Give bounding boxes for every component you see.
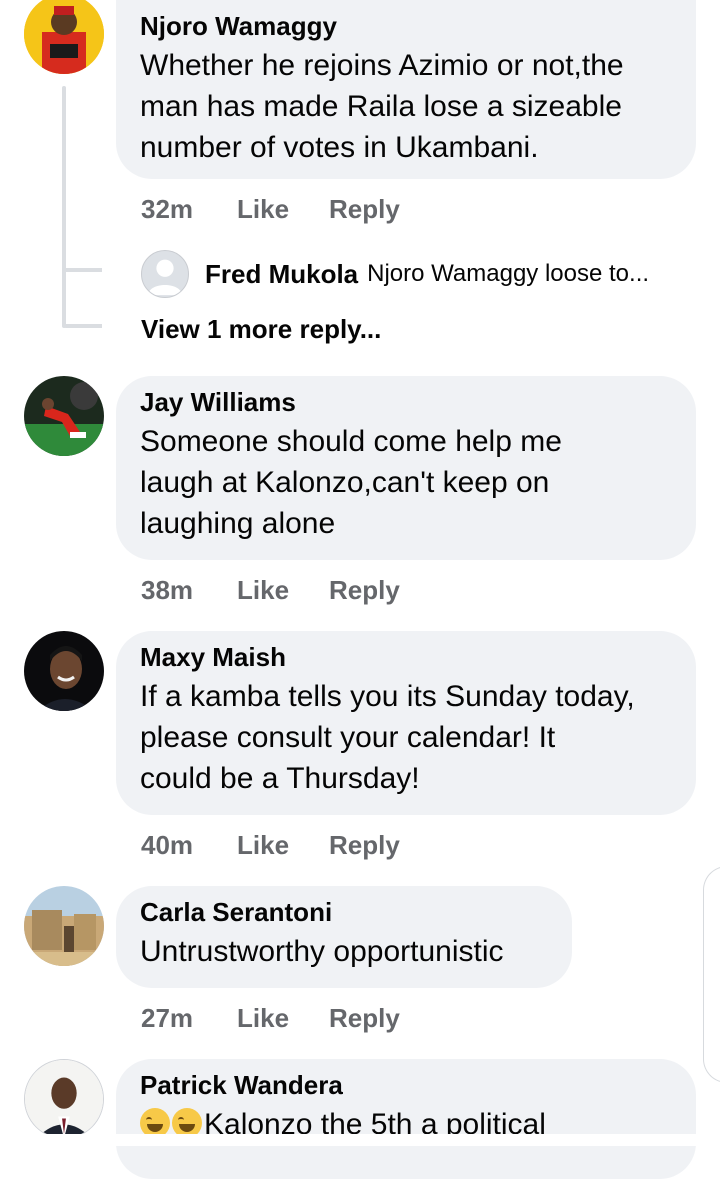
comment-author[interactable]: Patrick Wandera (140, 1070, 672, 1100)
comment-bubble[interactable]: Jay Williams Someone should come help me… (116, 376, 696, 560)
comment-text-line: Whether he rejoins Azimio or not,the (140, 49, 624, 82)
comment-text-line: Someone should come help me (140, 425, 562, 458)
comment-timestamp[interactable]: 38m (141, 575, 237, 606)
comment-author[interactable]: Carla Serantoni (140, 897, 548, 927)
view-more-replies-link[interactable]: View 1 more reply... (141, 314, 381, 345)
comment-author[interactable]: Njoro Wamaggy (140, 11, 672, 41)
comment-text-line: If a kamba tells you its Sunday today, (140, 680, 635, 713)
comment-author[interactable]: Jay Williams (140, 387, 672, 417)
avatar-image (24, 886, 104, 966)
reply-button[interactable]: Reply (329, 575, 400, 606)
comment-timestamp[interactable]: 27m (141, 1003, 237, 1034)
comment-text-line: could be a Thursday! (140, 762, 420, 795)
default-avatar-icon (141, 250, 189, 298)
like-button[interactable]: Like (237, 194, 329, 225)
comment-bubble[interactable]: Maxy Maish If a kamba tells you its Sund… (116, 631, 696, 815)
avatar-maxy-maish[interactable] (24, 631, 104, 711)
thread-line-vertical (62, 86, 66, 328)
comment-bubble[interactable]: Carla Serantoni Untrustworthy opportunis… (116, 886, 572, 988)
comment-bubble[interactable]: Patrick Wandera Kalonzo the 5th a politi… (116, 1059, 696, 1179)
like-button[interactable]: Like (237, 1003, 329, 1034)
avatar-image (24, 631, 104, 711)
viewport-bottom-edge (0, 1134, 720, 1146)
comment-timestamp[interactable]: 40m (141, 830, 237, 861)
avatar-carla-serantoni[interactable] (24, 886, 104, 966)
comment-text-line: please consult your calendar! It (140, 721, 556, 754)
like-button[interactable]: Like (237, 830, 329, 861)
avatar-image (24, 0, 104, 74)
comment-author[interactable]: Maxy Maish (140, 642, 672, 672)
thread-line-branch-2 (62, 324, 102, 328)
avatar-image (25, 1060, 103, 1138)
reply-snippet: Njoro Wamaggy loose to... (367, 260, 650, 287)
reply-button[interactable]: Reply (329, 1003, 400, 1034)
avatar-patrick-wandera[interactable] (24, 1059, 104, 1139)
comment-timestamp[interactable]: 32m (141, 194, 237, 225)
avatar-jay-williams[interactable] (24, 376, 104, 456)
comment-meta: 38m Like Reply (141, 575, 400, 606)
thread-line-branch-1 (62, 268, 102, 272)
comment-meta: 40m Like Reply (141, 830, 400, 861)
comment-meta: 32m Like Reply (141, 194, 400, 225)
reply-button[interactable]: Reply (329, 194, 400, 225)
like-button[interactable]: Like (237, 575, 329, 606)
reply-button[interactable]: Reply (329, 830, 400, 861)
reply-preview[interactable]: Fred Mukola Njoro Wamaggy loose to... (141, 250, 649, 298)
side-edge-handle[interactable] (703, 866, 720, 1083)
comment-text-line: man has made Raila lose a sizeable (140, 90, 622, 123)
reply-author[interactable]: Fred Mukola (205, 259, 358, 290)
comment-meta: 27m Like Reply (141, 1003, 400, 1034)
avatar-njoro-wamaggy[interactable] (24, 0, 104, 74)
comment-text-line: laughing alone (140, 507, 336, 540)
avatar-image (24, 376, 104, 456)
comment-text-line: laugh at Kalonzo,can't keep on (140, 466, 550, 499)
comment-text-line: Untrustworthy opportunistic (140, 935, 504, 968)
comment-bubble[interactable]: Njoro Wamaggy Whether he rejoins Azimio … (116, 0, 696, 179)
comment-text-line: number of votes in Ukambani. (140, 131, 539, 164)
